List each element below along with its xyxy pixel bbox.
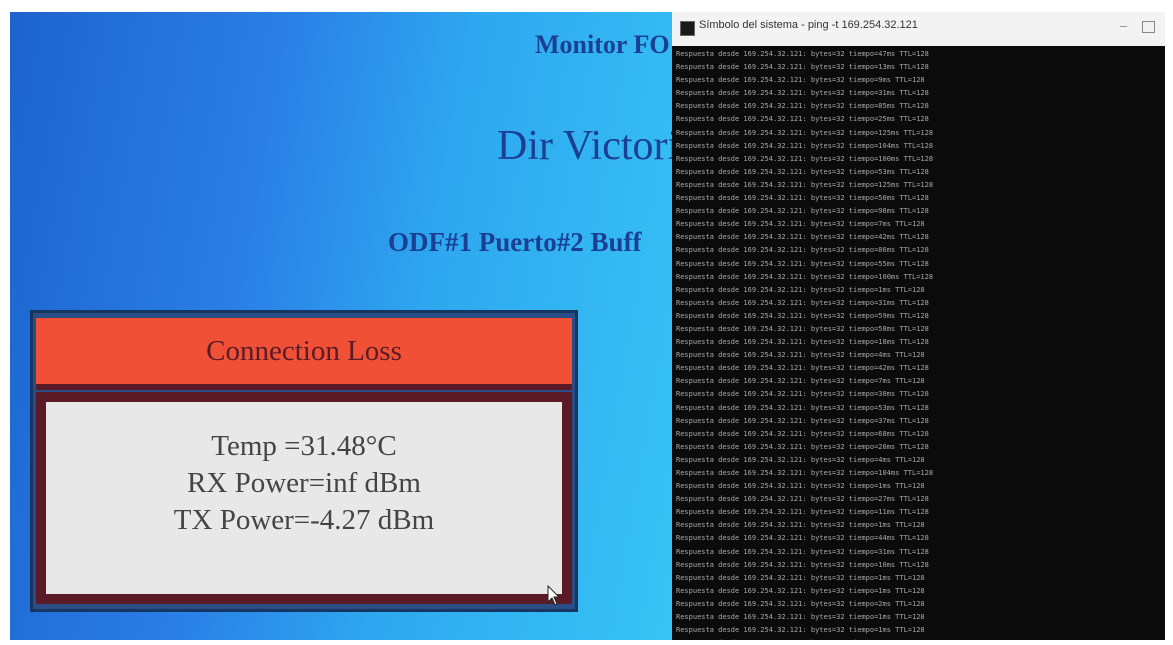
ping-reply-line: Respuesta desde 169.254.32.121: bytes=32… (676, 390, 929, 399)
ping-reply-line: Respuesta desde 169.254.32.121: bytes=32… (676, 403, 929, 412)
ping-reply-line: Respuesta desde 169.254.32.121: bytes=32… (676, 207, 929, 216)
ping-reply-line: Respuesta desde 169.254.32.121: bytes=32… (676, 246, 929, 255)
ping-reply-line: Respuesta desde 169.254.32.121: bytes=32… (676, 311, 929, 320)
ping-reply-line: Respuesta desde 169.254.32.121: bytes=32… (676, 469, 934, 477)
ping-reply-line: Respuesta desde 169.254.32.121: bytes=32… (676, 298, 929, 307)
ping-reply-line: Respuesta desde 169.254.32.121: bytes=32… (676, 220, 925, 229)
command-prompt-window[interactable]: Símbolo del sistema - ping -t 169.254.32… (672, 12, 1165, 640)
ping-reply-line: Respuesta desde 169.254.32.121: bytes=32… (676, 50, 929, 58)
ping-reply-line: Respuesta desde 169.254.32.121: bytes=32… (676, 89, 929, 98)
ping-reply-line: Respuesta desde 169.254.32.121: bytes=32… (676, 141, 934, 150)
ping-reply-line: Respuesta desde 169.254.32.121: bytes=32… (676, 272, 934, 281)
ping-reply-line: Respuesta desde 169.254.32.121: bytes=32… (676, 508, 929, 517)
ping-reply-line: Respuesta desde 169.254.32.121: bytes=32… (676, 573, 925, 582)
ping-reply-line: Respuesta desde 169.254.32.121: bytes=32… (676, 547, 929, 556)
ping-reply-line: Respuesta desde 169.254.32.121: bytes=32… (676, 351, 925, 360)
ping-reply-line: Respuesta desde 169.254.32.121: bytes=32… (676, 429, 929, 438)
tx-power-reading: TX Power=-4.27 dBm (173, 504, 435, 536)
ping-reply-line: Respuesta desde 169.254.32.121: bytes=32… (676, 338, 929, 347)
ping-reply-line: Respuesta desde 169.254.32.121: bytes=32… (676, 285, 925, 294)
ping-reply-line: Respuesta desde 169.254.32.121: bytes=32… (676, 482, 925, 491)
command-prompt-icon (680, 21, 695, 36)
ping-reply-line: Respuesta desde 169.254.32.121: bytes=32… (676, 626, 925, 635)
photo-frame: Monitor FO Dir Victori ODF#1 Puerto#2 Bu… (0, 0, 1173, 645)
ping-reply-line: Respuesta desde 169.254.32.121: bytes=32… (676, 599, 925, 608)
ping-reply-line: Respuesta desde 169.254.32.121: bytes=32… (676, 377, 925, 386)
ping-reply-line: Respuesta desde 169.254.32.121: bytes=32… (676, 637, 1161, 640)
ping-reply-line: Respuesta desde 169.254.32.121: bytes=32… (676, 324, 929, 333)
console-title: Símbolo del sistema - ping -t 169.254.32… (699, 19, 918, 31)
ping-reply-line: Respuesta desde 169.254.32.121: bytes=32… (676, 128, 934, 137)
ping-reply-line: Respuesta desde 169.254.32.121: bytes=32… (676, 495, 929, 504)
ping-reply-line: Respuesta desde 169.254.32.121: bytes=32… (676, 534, 929, 543)
app-title: Monitor FO (535, 30, 670, 59)
console-title-bar[interactable]: Símbolo del sistema - ping -t 169.254.32… (672, 12, 1165, 46)
ping-reply-line: Respuesta desde 169.254.32.121: bytes=32… (676, 102, 929, 111)
minimize-button[interactable]: – (1120, 18, 1127, 33)
ping-reply-line: Respuesta desde 169.254.32.121: bytes=32… (676, 63, 929, 72)
ping-reply-line: Respuesta desde 169.254.32.121: bytes=32… (676, 180, 934, 189)
port-heading: ODF#1 Puerto#2 Buff (388, 227, 642, 257)
ping-reply-line: Respuesta desde 169.254.32.121: bytes=32… (676, 586, 925, 595)
ping-reply-line: Respuesta desde 169.254.32.121: bytes=32… (676, 233, 929, 242)
fiber-monitor-app: Monitor FO Dir Victori ODF#1 Puerto#2 Bu… (10, 12, 690, 640)
ping-reply-line: Respuesta desde 169.254.32.121: bytes=32… (676, 194, 929, 203)
status-panel: Connection Loss Temp =31.48°C RX Power=i… (30, 310, 578, 612)
maximize-button[interactable] (1142, 21, 1155, 33)
ping-reply-line: Respuesta desde 169.254.32.121: bytes=32… (676, 167, 929, 176)
readings-frame: Temp =31.48°C RX Power=inf dBm TX Power=… (36, 392, 572, 604)
ping-reply-line: Respuesta desde 169.254.32.121: bytes=32… (676, 115, 929, 124)
ping-reply-line: Respuesta desde 169.254.32.121: bytes=32… (676, 154, 934, 163)
readings-box: Temp =31.48°C RX Power=inf dBm TX Power=… (46, 402, 562, 594)
status-banner: Connection Loss (36, 318, 572, 390)
status-label: Connection Loss (206, 335, 402, 367)
monitor-screen: Monitor FO Dir Victori ODF#1 Puerto#2 Bu… (10, 12, 1165, 640)
console-output: Respuesta desde 169.254.32.121: bytes=32… (676, 48, 1161, 640)
ping-reply-line: Respuesta desde 169.254.32.121: bytes=32… (676, 416, 929, 425)
ping-reply-line: Respuesta desde 169.254.32.121: bytes=32… (676, 521, 925, 530)
ping-reply-line: Respuesta desde 169.254.32.121: bytes=32… (676, 76, 925, 85)
ping-reply-line: Respuesta desde 169.254.32.121: bytes=32… (676, 259, 929, 268)
ping-reply-line: Respuesta desde 169.254.32.121: bytes=32… (676, 364, 929, 373)
ping-reply-line: Respuesta desde 169.254.32.121: bytes=32… (676, 613, 925, 622)
rx-power-reading: RX Power=inf dBm (187, 467, 421, 499)
ping-reply-line: Respuesta desde 169.254.32.121: bytes=32… (676, 455, 925, 464)
ping-reply-line: Respuesta desde 169.254.32.121: bytes=32… (676, 442, 929, 451)
location-heading: Dir Victori (497, 123, 680, 169)
mouse-pointer-icon (547, 585, 561, 606)
ping-reply-line: Respuesta desde 169.254.32.121: bytes=32… (676, 560, 929, 569)
temperature-reading: Temp =31.48°C (211, 430, 397, 462)
